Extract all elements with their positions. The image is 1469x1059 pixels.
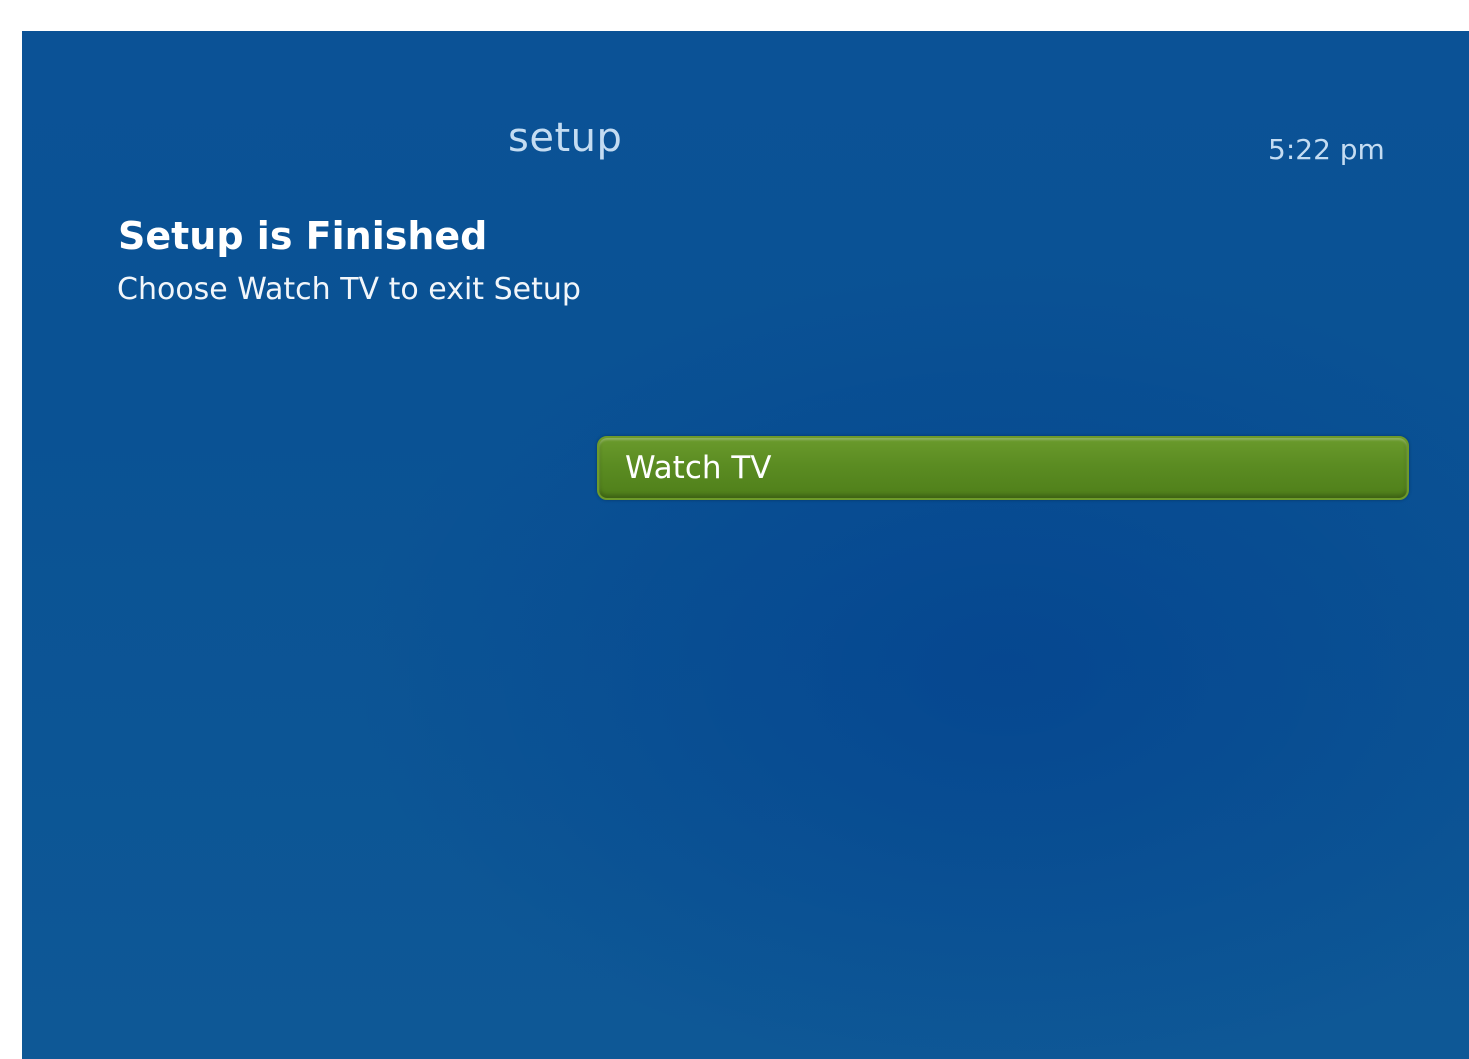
setup-heading: Setup is Finished [118,214,488,258]
watch-tv-button[interactable]: Watch TV [597,436,1409,500]
media-center-screen: setup 5:22 pm Setup is Finished Choose W… [22,31,1469,1059]
page-title: setup [508,115,623,161]
watch-tv-button-label: Watch TV [625,450,772,486]
setup-instruction: Choose Watch TV to exit Setup [117,272,581,307]
clock: 5:22 pm [1268,133,1385,166]
